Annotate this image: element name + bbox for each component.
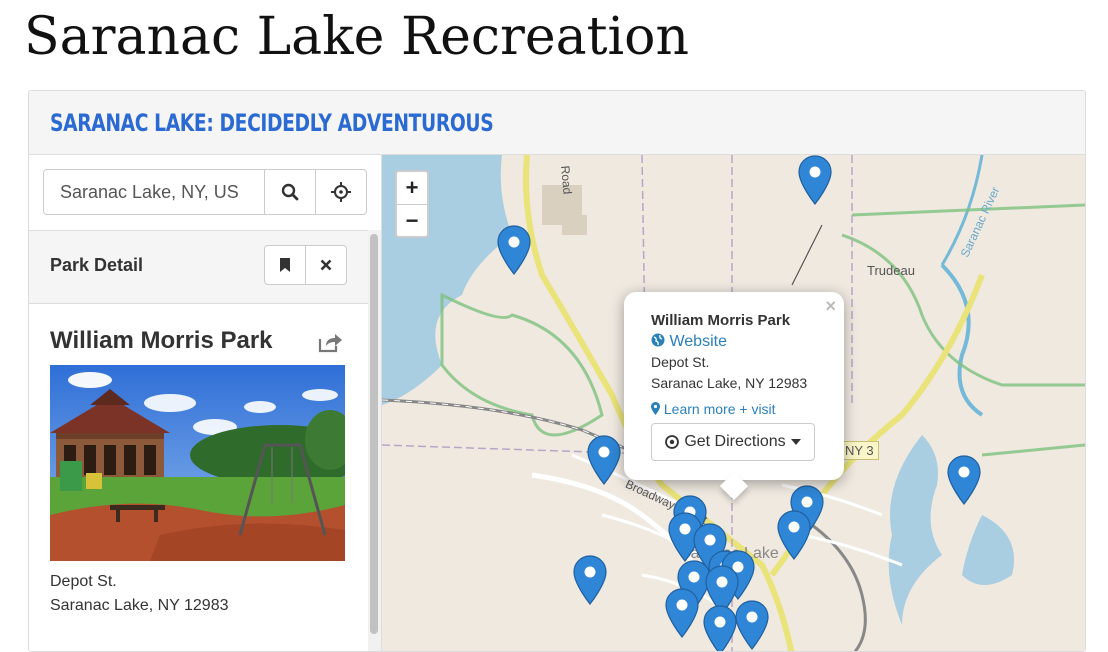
scrollbar-thumb[interactable] bbox=[370, 234, 378, 634]
map-popup: × William Morris Park Website Depot St. … bbox=[624, 292, 844, 501]
globe-icon bbox=[651, 333, 665, 347]
page-title: Saranac Lake Recreation bbox=[24, 7, 689, 67]
map-marker-icon[interactable] bbox=[777, 510, 811, 560]
brand-title: Saranac Lake: Decidedly Adventurous bbox=[50, 108, 494, 137]
location-search-input[interactable] bbox=[44, 170, 264, 214]
sidebar: Park Detail William Morris Park bbox=[29, 155, 382, 651]
search-icon bbox=[281, 183, 299, 201]
widget-header: Saranac Lake: Decidedly Adventurous bbox=[29, 91, 1085, 155]
park-finder-widget: Saranac Lake: Decidedly Adventurous bbox=[28, 90, 1086, 652]
map-label-trudeau: Trudeau bbox=[867, 263, 915, 278]
zoom-out-button[interactable]: − bbox=[397, 204, 427, 236]
compass-icon bbox=[665, 435, 680, 449]
park-photo bbox=[50, 365, 345, 561]
locate-me-button[interactable] bbox=[315, 170, 366, 214]
crosshairs-icon bbox=[331, 182, 351, 202]
detail-scrollbar[interactable] bbox=[368, 230, 381, 651]
park-address-city: Saranac Lake, NY 12983 bbox=[50, 597, 229, 614]
park-detail-header: Park Detail bbox=[29, 230, 368, 304]
map-marker-icon[interactable] bbox=[703, 605, 737, 651]
map-label-road: Road bbox=[558, 165, 575, 195]
popup-website-label: Website bbox=[669, 333, 727, 350]
popup-city: Saranac Lake, NY 12983 bbox=[651, 375, 808, 391]
bookmark-button[interactable] bbox=[265, 246, 305, 284]
park-name: William Morris Park bbox=[50, 327, 273, 354]
caret-down-icon bbox=[790, 439, 801, 445]
close-detail-button[interactable] bbox=[305, 246, 346, 284]
popup-learn-more-label: Learn more + visit bbox=[663, 401, 776, 417]
route-shield: NY 3 bbox=[840, 441, 879, 460]
detail-actions bbox=[264, 245, 347, 285]
bookmark-icon bbox=[280, 258, 290, 272]
search-bar bbox=[43, 169, 367, 215]
map-marker-icon[interactable] bbox=[947, 455, 981, 505]
close-icon bbox=[320, 259, 332, 271]
get-directions-button[interactable]: Get Directions bbox=[651, 423, 815, 461]
popup-street: Depot St. bbox=[651, 354, 710, 370]
map-marker-icon[interactable] bbox=[798, 155, 832, 205]
popup-learn-more-link[interactable]: Learn more + visit bbox=[651, 401, 776, 417]
popup-website-link[interactable]: Website bbox=[651, 333, 727, 351]
map-view[interactable]: + − Trudeau Road Broadway Street Saranac… bbox=[382, 155, 1085, 651]
get-directions-label: Get Directions bbox=[684, 433, 786, 450]
popup-title: William Morris Park bbox=[651, 312, 791, 329]
zoom-in-button[interactable]: + bbox=[397, 172, 427, 204]
map-marker-icon[interactable] bbox=[573, 555, 607, 605]
map-marker-icon bbox=[651, 402, 660, 415]
park-detail-title: Park Detail bbox=[50, 255, 144, 275]
map-marker-icon[interactable] bbox=[735, 600, 769, 650]
zoom-control: + − bbox=[395, 170, 429, 238]
popup-close-button[interactable]: × bbox=[825, 296, 836, 317]
search-button[interactable] bbox=[264, 170, 315, 214]
map-marker-icon[interactable] bbox=[587, 435, 621, 485]
share-icon[interactable] bbox=[317, 331, 343, 358]
map-marker-icon[interactable] bbox=[497, 225, 531, 275]
map-marker-icon[interactable] bbox=[665, 588, 699, 638]
park-address-street: Depot St. bbox=[50, 573, 117, 590]
